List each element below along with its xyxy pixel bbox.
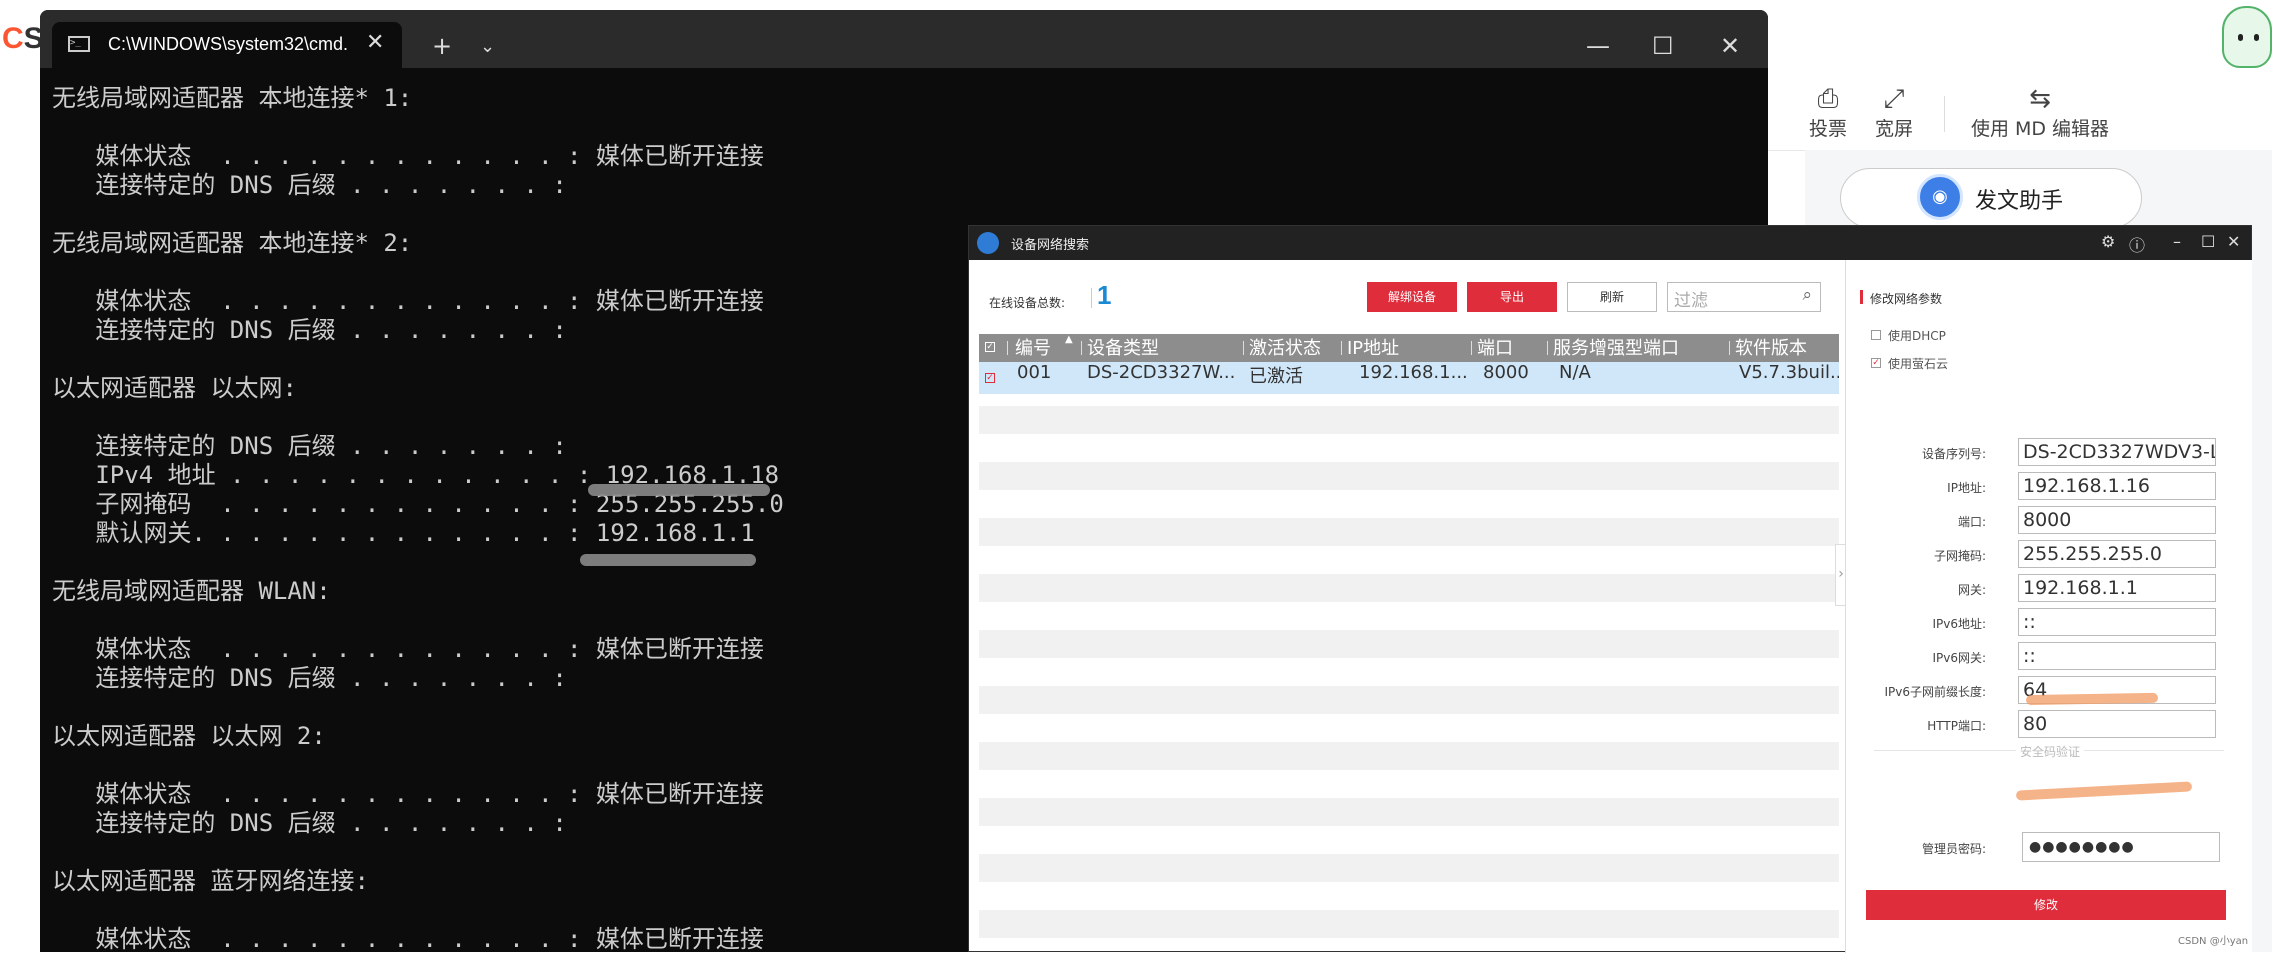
- field-label: IPv6网关:: [1932, 651, 1986, 665]
- vote-button[interactable]: ⎙ 投票: [1796, 84, 1860, 141]
- field-label: IP地址:: [1947, 481, 1986, 495]
- vote-icon: ⎙: [1817, 84, 1839, 114]
- field-input[interactable]: 80: [2018, 710, 2216, 738]
- gear-icon[interactable]: ⚙: [2101, 232, 2115, 251]
- maximize-icon[interactable]: ☐: [2201, 232, 2215, 251]
- field-label: 网关:: [1957, 583, 1986, 597]
- field-label: 端口:: [1957, 515, 1986, 529]
- panel-title: 修改网络参数: [1870, 292, 1943, 306]
- md-editor-button[interactable]: ⇆ 使用 MD 编辑器: [1970, 84, 2110, 141]
- table-empty-row: [979, 742, 1839, 770]
- terminal-tab[interactable]: >_ C:\WINDOWS\system32\cmd. ✕: [52, 22, 402, 68]
- table-row[interactable]: ✓ 001 DS-2CD3327W... 已激活 192.168.1.... 8…: [979, 362, 1839, 394]
- assistant-avatar-icon: ◉: [1917, 174, 1963, 220]
- table-empty-row: [979, 518, 1839, 546]
- title-bar: 设备网络搜索 ⚙ ⓘ – ☐ ✕: [969, 226, 2251, 260]
- col-header-ip[interactable]: IP地址: [1347, 334, 1399, 362]
- search-icon[interactable]: ⌕: [1802, 285, 1812, 305]
- table-empty-row: [979, 462, 1839, 490]
- refresh-button[interactable]: 刷新: [1567, 282, 1657, 312]
- table-empty-row: [979, 630, 1839, 658]
- redaction-mark: [588, 484, 770, 496]
- sadp-window[interactable]: 设备网络搜索 ⚙ ⓘ – ☐ ✕ 在线设备总数: 1 解绑设备 导出 刷新 过滤…: [968, 225, 2252, 953]
- unbind-device-button[interactable]: 解绑设备: [1367, 282, 1457, 312]
- select-all-checkbox[interactable]: ✓: [985, 342, 995, 352]
- field-input[interactable]: DS-2CD3327WDV3-L2: [2018, 438, 2216, 466]
- switch-icon: ⇆: [2029, 84, 2051, 114]
- field-input[interactable]: 255.255.255.0: [2018, 540, 2216, 568]
- writing-assistant-button[interactable]: ◉ 发文助手: [1840, 168, 2142, 228]
- chevron-down-icon[interactable]: ⌄: [480, 36, 495, 57]
- mascot-eye: [2238, 34, 2243, 41]
- toolbar-divider: [1944, 96, 1945, 132]
- modify-button[interactable]: 修改: [1866, 890, 2226, 920]
- col-header-version[interactable]: 软件版本: [1735, 334, 1807, 362]
- col-header-status[interactable]: 激活状态: [1249, 334, 1321, 362]
- highlight-mark: [2015, 781, 2193, 801]
- filter-input[interactable]: 过滤 ⌕: [1667, 282, 1821, 312]
- table-empty-row: [979, 406, 1839, 434]
- sort-asc-icon[interactable]: ▲: [1065, 334, 1073, 362]
- col-header-no[interactable]: 编号: [1015, 334, 1051, 362]
- online-device-count: 1: [1097, 280, 1112, 310]
- field-input[interactable]: ::: [2018, 608, 2216, 636]
- field-input[interactable]: 192.168.1.1: [2018, 574, 2216, 602]
- field-input[interactable]: ::: [2018, 642, 2216, 670]
- mascot-avatar[interactable]: [2222, 6, 2272, 68]
- field-input[interactable]: 192.168.1.16: [2018, 472, 2216, 500]
- sadp-logo-icon: [977, 232, 999, 254]
- wide-screen-button[interactable]: ⤢ 宽屏: [1862, 84, 1926, 141]
- ezviz-checkbox[interactable]: ✓: [1871, 358, 1881, 368]
- terminal-line: 连接特定的 DNS 后缀 . . . . . . . :: [52, 171, 567, 199]
- field-label: 设备序列号:: [1921, 447, 1986, 461]
- field-label: IPv6子网前缀长度:: [1884, 685, 1986, 699]
- terminal-icon: >_: [68, 36, 90, 52]
- col-header-enhanced-port[interactable]: 服务增强型端口: [1553, 334, 1679, 362]
- device-table-header: ✓ 编号 ▲ 设备类型 激活状态 IP地址 端口 服务增强型端口 软件版本: [979, 334, 1839, 362]
- minimize-icon[interactable]: –: [2173, 232, 2181, 251]
- divider: [1091, 288, 1092, 308]
- watermark: CSDN @小yan: [2178, 936, 2249, 947]
- table-empty-row: [979, 798, 1839, 826]
- table-empty-row: [979, 854, 1839, 882]
- admin-password-input[interactable]: ●●●●●●●●: [2022, 832, 2220, 862]
- row-checkbox[interactable]: ✓: [985, 373, 995, 383]
- export-button[interactable]: 导出: [1467, 282, 1557, 312]
- csdn-logo[interactable]: CS: [2, 22, 44, 56]
- browser-left-margin: [0, 0, 40, 952]
- col-header-port[interactable]: 端口: [1477, 334, 1513, 362]
- mascot-eye: [2254, 34, 2259, 41]
- terminal-line: 无线局域网适配器 本地连接* 1:: [52, 84, 413, 112]
- close-window-icon[interactable]: ✕: [1720, 32, 1740, 60]
- field-label: IPv6地址:: [1932, 617, 1986, 631]
- close-icon[interactable]: ✕: [2227, 232, 2240, 251]
- maximize-icon[interactable]: ☐: [1652, 32, 1674, 60]
- close-tab-icon[interactable]: ✕: [366, 30, 384, 55]
- info-icon[interactable]: ⓘ: [2129, 232, 2145, 256]
- section-marker: [1860, 290, 1863, 304]
- dhcp-checkbox[interactable]: [1871, 330, 1881, 340]
- redaction-mark: [580, 554, 756, 566]
- field-label: HTTP端口:: [1927, 719, 1986, 733]
- field-label: 子网掩码:: [1933, 549, 1986, 563]
- table-empty-row: [979, 574, 1839, 602]
- terminal-line: 媒体状态 . . . . . . . . . . . . : 媒体已断开连接: [52, 142, 764, 170]
- online-devices-label: 在线设备总数:: [989, 296, 1066, 310]
- expand-icon: ⤢: [1883, 84, 1905, 114]
- minimize-icon[interactable]: —: [1586, 32, 1610, 60]
- security-code-section: 安全码验证: [2016, 743, 2085, 760]
- col-header-type[interactable]: 设备类型: [1087, 334, 1159, 362]
- modify-network-panel: 修改网络参数 使用DHCP ✓ 使用萤石云 设备序列号: DS-2CD3327WD…: [1845, 260, 2252, 953]
- field-input[interactable]: 8000: [2018, 506, 2216, 534]
- table-empty-row: [979, 910, 1839, 938]
- new-tab-icon[interactable]: +: [432, 32, 452, 60]
- table-empty-row: [979, 686, 1839, 714]
